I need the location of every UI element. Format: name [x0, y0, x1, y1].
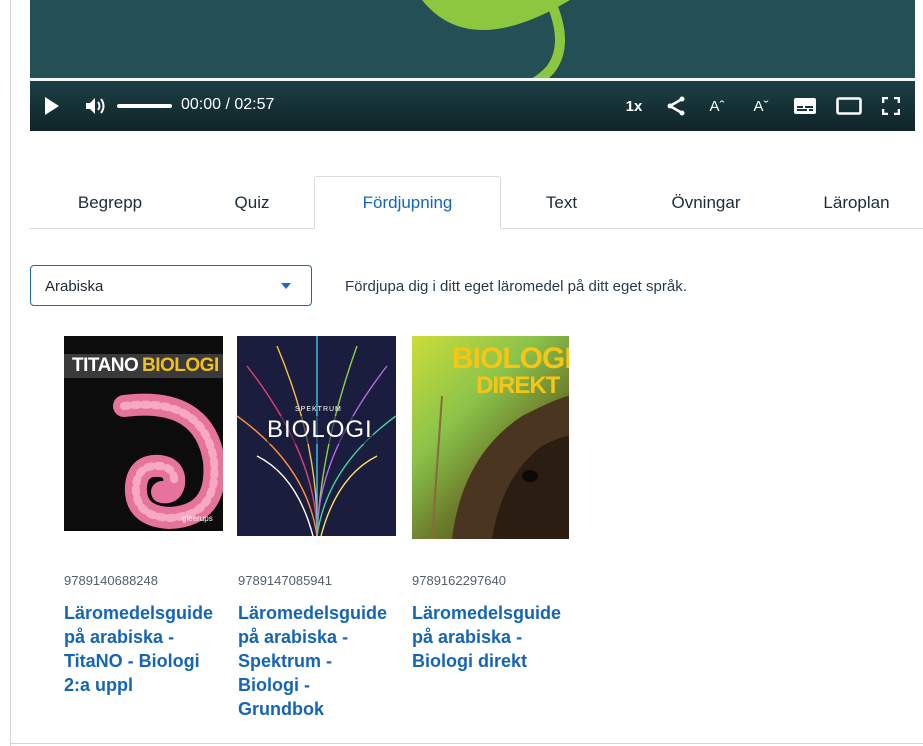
- tab-fordjupning[interactable]: Fördjupning: [314, 176, 501, 229]
- title-line: Läromedelsguide: [412, 603, 562, 623]
- book-isbn: 9789140688248: [64, 573, 158, 588]
- book-isbn: 9789162297640: [412, 573, 506, 588]
- title-line: på arabiska -: [412, 627, 523, 647]
- tab-ovningar[interactable]: Övningar: [622, 176, 790, 229]
- volume-slider[interactable]: [117, 104, 172, 108]
- title-line: på arabiska -: [238, 627, 349, 647]
- book-title-link[interactable]: Läromedelsguide på arabiska - TitaNO - B…: [64, 601, 234, 697]
- page-frame-bottom: [10, 743, 923, 744]
- language-hint: Fördjupa dig i ditt eget läromedel på di…: [345, 278, 687, 295]
- time-display: 00:00 / 02:57: [181, 96, 275, 113]
- theater-mode-icon[interactable]: [835, 93, 863, 119]
- cover-series: SPEKTRUM: [295, 406, 342, 413]
- octopus-tentacle-illustration: [113, 393, 223, 530]
- language-select-value: Arabiska: [45, 278, 104, 295]
- book-cover-spektrum[interactable]: SPEKTRUM BIOLOGI: [237, 336, 396, 536]
- chevron-down-icon: [281, 283, 291, 289]
- playback-speed-button[interactable]: 1x: [622, 93, 646, 119]
- tab-quiz[interactable]: Quiz: [190, 176, 314, 229]
- title-line: Läromedelsguide: [64, 603, 214, 623]
- play-icon[interactable]: [42, 93, 62, 119]
- video-player[interactable]: 00:00 / 02:57 1x Aˆ Aˇ: [30, 0, 915, 131]
- title-line: TitaNO - Biologi: [64, 651, 200, 671]
- title-line: Biologi -: [238, 675, 310, 695]
- title-line: Läromedelsguide: [238, 603, 388, 623]
- cover-title: BIOLOGI: [267, 416, 373, 444]
- book-cover-biologi-direkt[interactable]: BIOLOGI DIREKT: [412, 336, 569, 539]
- font-increase-button[interactable]: Aˆ: [706, 93, 728, 119]
- title-line: 2:a uppl: [64, 675, 134, 695]
- cover-title-a: BIOLOGI: [452, 342, 569, 375]
- title-line: Biologi direkt: [412, 651, 528, 671]
- book-title-link[interactable]: Läromedelsguide på arabiska - Biologi di…: [412, 601, 582, 673]
- cover-title-b: DIREKT: [476, 372, 560, 399]
- title-line: på arabiska -: [64, 627, 175, 647]
- fullscreen-icon[interactable]: [881, 93, 901, 119]
- cover-publisher: gleerups: [182, 514, 213, 523]
- book-title-link[interactable]: Läromedelsguide på arabiska - Spektrum -…: [238, 601, 408, 721]
- book-isbn: 9789147085941: [238, 573, 332, 588]
- captions-icon[interactable]: [793, 93, 817, 119]
- font-decrease-button[interactable]: Aˇ: [750, 93, 772, 119]
- title-line: Grundbok: [238, 699, 324, 719]
- language-select[interactable]: Arabiska: [30, 265, 312, 306]
- tab-begrepp[interactable]: Begrepp: [30, 176, 190, 229]
- share-icon[interactable]: [665, 93, 687, 119]
- tab-text[interactable]: Text: [501, 176, 622, 229]
- volume-icon[interactable]: [84, 93, 108, 119]
- title-line: Spektrum -: [238, 651, 333, 671]
- player-controls: 00:00 / 02:57 1x Aˆ Aˇ: [30, 81, 915, 131]
- content-tabs: Begrepp Quiz Fördjupning Text Övningar L…: [30, 176, 923, 229]
- book-cover-titano[interactable]: TITANO BIOLOGI gleerups: [64, 336, 223, 531]
- page-frame-left: [10, 0, 11, 746]
- tab-laroplan[interactable]: Läroplan: [790, 176, 923, 229]
